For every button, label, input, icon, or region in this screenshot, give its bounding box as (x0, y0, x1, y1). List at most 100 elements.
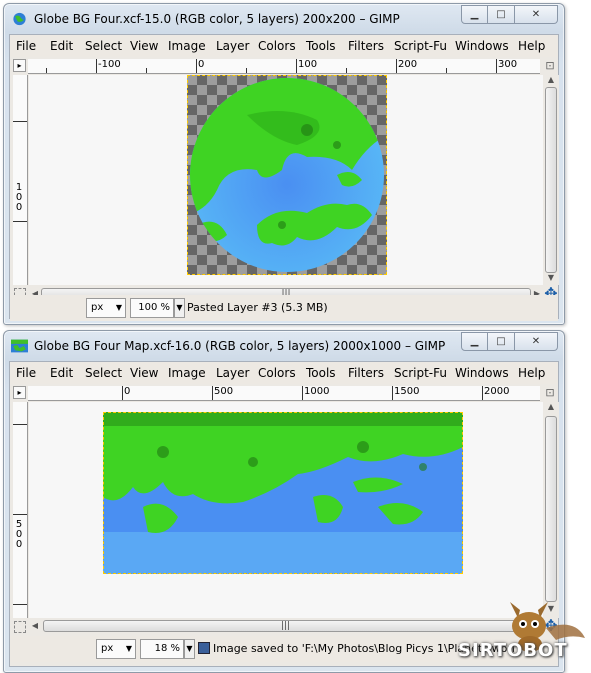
ruler-label: 100 (298, 59, 318, 70)
status-message: Pasted Layer #3 (5.3 MB) (187, 301, 328, 314)
menu-view[interactable]: View (130, 39, 158, 53)
menu-bar: File Edit Select View Image Layer Colors… (10, 362, 558, 384)
save-icon (198, 642, 210, 654)
maximize-button[interactable]: □ (488, 332, 515, 351)
window-controls: ▁ □ ✕ (461, 5, 558, 24)
maximize-icon: □ (496, 9, 506, 20)
menu-select[interactable]: Select (85, 39, 122, 53)
unit-value: px (101, 643, 114, 654)
selection-outline (103, 412, 463, 574)
window-controls: ▁ □ ✕ (461, 332, 558, 351)
minimize-button[interactable]: ▁ (461, 5, 488, 24)
menu-image[interactable]: Image (168, 39, 206, 53)
scroll-up-icon[interactable]: ▲ (545, 402, 557, 414)
zoom-value: 100 % (138, 302, 170, 313)
menu-select[interactable]: Select (85, 366, 122, 380)
zoom-value: 18 % (154, 643, 180, 654)
menu-windows[interactable]: Windows (455, 366, 509, 380)
menu-layer[interactable]: Layer (216, 39, 249, 53)
ruler-label: -100 (98, 59, 121, 70)
menu-help[interactable]: Help (518, 39, 545, 53)
quick-mask-menu-icon[interactable]: ▸ (13, 386, 26, 399)
image-window-frame: File Edit Select View Image Layer Colors… (9, 34, 559, 321)
close-button[interactable]: ✕ (515, 5, 558, 24)
scroll-up-icon[interactable]: ▲ (545, 75, 557, 87)
chevron-down-icon: ▼ (115, 303, 122, 312)
menu-file[interactable]: File (16, 366, 36, 380)
close-icon: ✕ (531, 9, 541, 20)
horizontal-scroll-thumb[interactable]: ||| (43, 620, 528, 632)
ruler-label: 1000 (304, 386, 330, 397)
ruler-label: 200 (398, 59, 418, 70)
menu-image[interactable]: Image (168, 366, 206, 380)
title-bar[interactable]: Globe BG Four Map.xcf-16.0 (RGB color, 5… (4, 331, 564, 361)
vertical-scrollbar[interactable]: ▲ ▼ (543, 75, 559, 285)
ruler-label: 100 (15, 182, 23, 213)
quick-mask-menu-icon[interactable]: ▸ (13, 59, 26, 72)
vertical-scrollbar[interactable]: ▲ ▼ (543, 402, 559, 618)
image-canvas[interactable] (29, 402, 543, 618)
maximize-icon: □ (496, 336, 506, 347)
selection-outline (187, 75, 387, 275)
vertical-scroll-thumb[interactable] (545, 87, 557, 273)
menu-colors[interactable]: Colors (258, 366, 296, 380)
zoom-image-when-window-resized-icon[interactable]: ⊡ (543, 386, 557, 400)
status-bar: px ▼ 100 % ▼ Pasted Layer #3 (5.3 MB) (10, 295, 558, 321)
ruler-label: 1500 (394, 386, 420, 397)
menu-script-fu[interactable]: Script-Fu (394, 366, 447, 380)
menu-layer[interactable]: Layer (216, 366, 249, 380)
scroll-left-icon[interactable]: ◀ (29, 620, 41, 632)
menu-edit[interactable]: Edit (50, 366, 73, 380)
title-bar[interactable]: Globe BG Four.xcf-15.0 (RGB color, 5 lay… (4, 4, 564, 34)
minimize-button[interactable]: ▁ (461, 332, 488, 351)
window-title: Globe BG Four Map.xcf-16.0 (RGB color, 5… (34, 339, 446, 353)
zoom-field[interactable]: 18 % (140, 639, 184, 659)
ruler-label: 500 (214, 386, 234, 397)
window-title: Globe BG Four.xcf-15.0 (RGB color, 5 lay… (34, 12, 400, 26)
menu-tools[interactable]: Tools (306, 366, 336, 380)
layer-boundary (187, 75, 387, 275)
menu-windows[interactable]: Windows (455, 39, 509, 53)
ruler-label: 300 (498, 59, 518, 70)
horizontal-ruler[interactable]: 0 500 1000 1500 2000 (28, 386, 540, 401)
zoom-field[interactable]: 100 % (130, 298, 174, 318)
maximize-button[interactable]: □ (488, 5, 515, 24)
ruler-label: 0 (198, 59, 205, 70)
minimize-icon: ▁ (470, 336, 479, 347)
map-app-icon (11, 339, 28, 353)
watermark-mascot: SIRTOBOT (458, 600, 590, 670)
image-canvas[interactable] (29, 75, 543, 285)
zoom-dropdown-button[interactable]: ▼ (184, 639, 195, 659)
chevron-down-icon: ▼ (125, 644, 132, 653)
menu-filters[interactable]: Filters (348, 366, 384, 380)
menu-view[interactable]: View (130, 366, 158, 380)
unit-selector[interactable]: px ▼ (96, 639, 136, 659)
quick-mask-toggle-icon[interactable] (14, 621, 26, 633)
close-button[interactable]: ✕ (515, 332, 558, 351)
menu-edit[interactable]: Edit (50, 39, 73, 53)
zoom-image-when-window-resized-icon[interactable]: ⊡ (543, 59, 557, 73)
menu-help[interactable]: Help (518, 366, 545, 380)
menu-colors[interactable]: Colors (258, 39, 296, 53)
gimp-window-globe: Globe BG Four.xcf-15.0 (RGB color, 5 lay… (3, 3, 565, 325)
menu-script-fu[interactable]: Script-Fu (394, 39, 447, 53)
vertical-ruler[interactable]: 100 (13, 75, 28, 285)
horizontal-ruler[interactable]: -100 0 100 200 300 (28, 59, 540, 74)
vertical-scroll-thumb[interactable] (545, 416, 557, 602)
unit-selector[interactable]: px ▼ (86, 298, 126, 318)
globe-app-icon (13, 12, 26, 26)
close-icon: ✕ (531, 336, 541, 347)
ruler-label: 0 (124, 386, 131, 397)
menu-filters[interactable]: Filters (348, 39, 384, 53)
watermark-text: SIRTOBOT (458, 640, 568, 661)
menu-bar: File Edit Select View Image Layer Colors… (10, 35, 558, 57)
layer-boundary (103, 412, 463, 574)
ruler-label: 2000 (484, 386, 510, 397)
vertical-ruler[interactable]: 500 (13, 402, 28, 618)
zoom-dropdown-button[interactable]: ▼ (174, 298, 185, 318)
unit-value: px (91, 302, 104, 313)
menu-file[interactable]: File (16, 39, 36, 53)
menu-tools[interactable]: Tools (306, 39, 336, 53)
minimize-icon: ▁ (470, 9, 479, 20)
ruler-label: 500 (15, 519, 23, 550)
